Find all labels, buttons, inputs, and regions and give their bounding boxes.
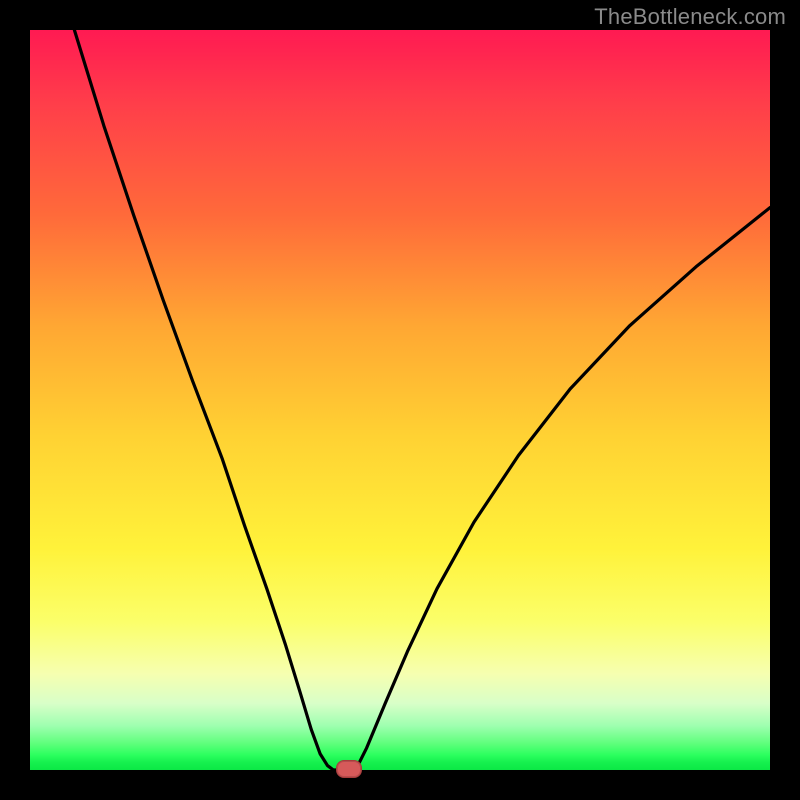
optimum-marker <box>336 760 362 778</box>
plot-area <box>30 30 770 770</box>
bottleneck-curve <box>30 30 770 770</box>
watermark-text: TheBottleneck.com <box>594 4 786 30</box>
chart-frame: TheBottleneck.com <box>0 0 800 800</box>
